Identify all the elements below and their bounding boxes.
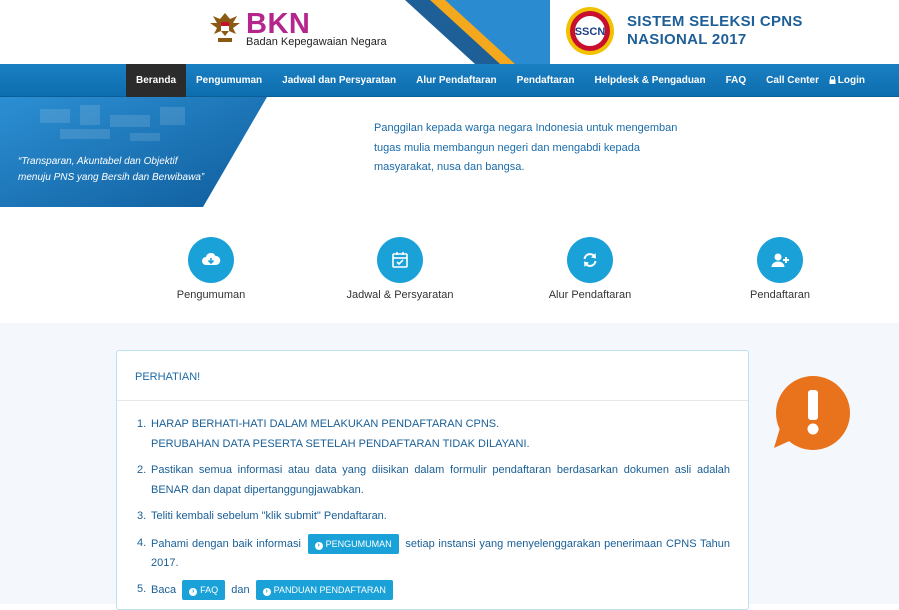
feature-pendaftaran[interactable]: Pendaftaran [700, 237, 860, 301]
list-item: 3. Teliti kembali sebelum "klik submit" … [137, 510, 387, 522]
banner-description: Panggilan kepada warga negara Indonesia … [374, 119, 694, 178]
login-link[interactable]: Login [829, 64, 865, 97]
banner-quote: “Transparan, Akuntabel dan Objektif menu… [18, 154, 238, 186]
sscn-title: SISTEM SELEKSI CPNS NASIONAL 2017 [627, 13, 803, 49]
hero-banner: “Transparan, Akuntabel dan Objektif menu… [0, 97, 899, 207]
refresh-icon [583, 253, 597, 267]
header-decoration [405, 0, 550, 64]
banner-quote-line2: menuju PNS yang Bersih dan Berwibawa” [18, 172, 205, 183]
feature-jadwal[interactable]: Jadwal & Persyaratan [320, 237, 480, 301]
calendar-check-icon [392, 252, 408, 268]
list-item: 5. Baca › FAQ dan › PANDUAN PENDAFTARAN [137, 580, 730, 601]
pengumuman-button[interactable]: › PENGUMUMAN [307, 533, 399, 554]
nav-item-helpdesk[interactable]: Helpdesk & Pengaduan [584, 64, 715, 97]
bkn-logo[interactable]: BKN Badan Kepegawaian Negara [208, 8, 387, 56]
garuda-emblem-icon [210, 13, 240, 42]
banner-map-graphic [0, 97, 267, 207]
feature-label: Alur Pendaftaran [548, 289, 632, 301]
notice-title: PERHATIAN! [117, 351, 748, 401]
nav-item-faq[interactable]: FAQ [716, 64, 757, 97]
lock-icon [829, 76, 836, 84]
feature-label: Pendaftaran [750, 289, 810, 301]
list-item: 4. Pahami dengan baik informasi › PENGUMU… [137, 533, 730, 574]
sscn-badge: SSCN [575, 26, 606, 38]
banner-text-line2: tugas mulia membangun negeri dan mengabd… [374, 141, 641, 154]
user-plus-icon [771, 253, 789, 267]
site-header: BKN Badan Kepegawaian Negara SSCN SISTEM… [0, 0, 899, 64]
banner-text-line3: masyarakat, nusa dan bangsa. [374, 161, 525, 173]
exclamation-bubble-icon [774, 376, 850, 450]
nav-item-beranda[interactable]: Beranda [126, 64, 187, 97]
list-item: 1. HARAP BERHATI-HATI DALAM MELAKUKAN PE… [137, 418, 530, 450]
arrow-right-icon: › [189, 588, 198, 597]
nav-items: Beranda Pengumuman Jadwal dan Persyarata… [126, 64, 829, 97]
notice-panel: PERHATIAN! 1. HARAP BERHATI-HATI DALAM M… [116, 350, 749, 610]
arrow-right-icon: › [314, 541, 323, 550]
nav-item-jadwal[interactable]: Jadwal dan Persyaratan [272, 64, 406, 97]
notice-list: 1. HARAP BERHATI-HATI DALAM MELAKUKAN PE… [117, 401, 748, 601]
banner-quote-line1: “Transparan, Akuntabel dan Objektif [18, 156, 178, 167]
main-content: PERHATIAN! 1. HARAP BERHATI-HATI DALAM M… [0, 323, 899, 610]
sscn-title-line1: SISTEM SELEKSI CPNS [627, 13, 803, 30]
banner-text-line1: Panggilan kepada warga negara Indonesia … [374, 122, 678, 134]
feature-shortcuts: Pengumuman Jadwal & Persyaratan Alur Pen… [0, 207, 899, 323]
feature-pengumuman[interactable]: Pengumuman [131, 237, 291, 301]
list-item: 2. Pastikan semua informasi atau data ya… [137, 464, 730, 496]
sscn-logo-icon[interactable]: SSCN [562, 6, 618, 56]
feature-label: Pengumuman [176, 289, 246, 301]
nav-item-pengumuman[interactable]: Pengumuman [186, 64, 272, 97]
feature-label: Jadwal & Persyaratan [346, 289, 454, 301]
nav-item-call-center[interactable]: Call Center [756, 64, 829, 97]
nav-item-alur[interactable]: Alur Pendaftaran [406, 64, 507, 97]
cloud-download-icon [202, 252, 221, 265]
login-label: Login [837, 75, 865, 86]
arrow-right-icon: › [262, 588, 271, 597]
bkn-subtitle: Badan Kepegawaian Negara [246, 36, 387, 48]
sscn-title-line2: NASIONAL 2017 [627, 31, 747, 48]
nav-item-pendaftaran[interactable]: Pendaftaran [507, 64, 585, 97]
panduan-pendaftaran-button[interactable]: › PANDUAN PENDAFTARAN [255, 580, 393, 601]
feature-alur[interactable]: Alur Pendaftaran [510, 237, 670, 301]
faq-button[interactable]: › FAQ [182, 580, 226, 601]
main-nav: Beranda Pengumuman Jadwal dan Persyarata… [0, 64, 899, 97]
